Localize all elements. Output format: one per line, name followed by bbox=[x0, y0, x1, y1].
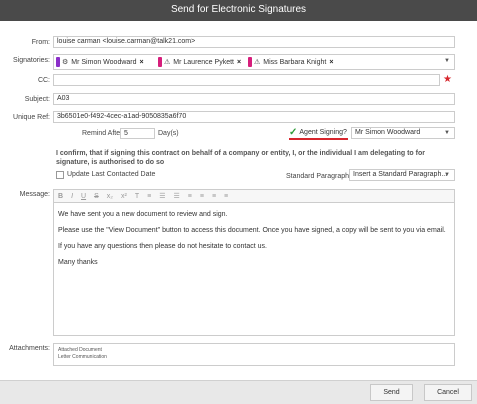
ordered-list-icon[interactable]: ≡ bbox=[147, 193, 151, 200]
message-label: Message: bbox=[19, 191, 50, 198]
align-center-icon[interactable]: ≡ bbox=[200, 193, 204, 200]
message-paragraph: Please use the "View Document" button to… bbox=[58, 227, 446, 234]
subject-field[interactable]: A03 bbox=[53, 93, 455, 105]
signatory-color-bar bbox=[158, 57, 162, 67]
signatory-chip[interactable]: ⚙ Mr Simon Woodward × bbox=[56, 56, 144, 68]
unique-ref-label: Unique Ref: bbox=[13, 114, 50, 121]
align-right-icon[interactable]: ≡ bbox=[212, 193, 216, 200]
signatory-name: Mr Simon Woodward bbox=[71, 58, 137, 66]
remind-unit-label: Day(s) bbox=[158, 130, 179, 137]
send-button[interactable]: Send bbox=[370, 384, 413, 401]
italic-icon[interactable]: I bbox=[71, 193, 73, 200]
bold-icon[interactable]: B bbox=[58, 193, 63, 200]
signatory-color-bar bbox=[248, 57, 252, 67]
chevron-down-icon[interactable]: ▼ bbox=[444, 172, 450, 178]
message-editor[interactable]: We have sent you a new document to revie… bbox=[53, 202, 455, 336]
subscript-icon[interactable]: x₂ bbox=[107, 193, 113, 200]
attachments-label: Attachments: bbox=[9, 345, 50, 352]
unique-ref-field[interactable]: 3b6501e0-f492-4cec-a1ad-9050835a6f70 bbox=[53, 111, 455, 123]
superscript-icon[interactable]: x² bbox=[121, 193, 127, 200]
from-field[interactable]: louise carman <louise.carman@talk21.com> bbox=[53, 36, 455, 48]
text-size-icon[interactable]: T bbox=[135, 193, 139, 200]
indent-icon[interactable]: ☰ bbox=[173, 192, 179, 200]
cc-field[interactable] bbox=[53, 74, 440, 86]
warning-icon: ⚠ bbox=[164, 59, 171, 66]
cc-label: CC: bbox=[37, 77, 50, 84]
agent-select[interactable]: Mr Simon Woodward bbox=[351, 127, 455, 139]
cancel-button[interactable]: Cancel bbox=[424, 384, 472, 401]
chevron-down-icon[interactable]: ▼ bbox=[444, 58, 450, 64]
signatory-name: Miss Barbara Knight bbox=[263, 58, 327, 66]
chevron-down-icon[interactable]: ▼ bbox=[444, 130, 450, 136]
underline-icon[interactable]: U bbox=[81, 193, 86, 200]
unordered-list-icon[interactable]: ☰ bbox=[159, 192, 165, 200]
align-justify-icon[interactable]: ≡ bbox=[224, 193, 228, 200]
remove-icon[interactable]: × bbox=[329, 59, 333, 66]
attachments-list: Attached Document Letter Communication bbox=[53, 343, 455, 366]
signatories-label: Signatories: bbox=[13, 57, 50, 64]
signatory-chip[interactable]: ⚠ Miss Barbara Knight × bbox=[248, 56, 333, 68]
message-paragraph: We have sent you a new document to revie… bbox=[58, 211, 228, 218]
signatory-chip[interactable]: ⚠ Mr Laurence Pykett × bbox=[158, 56, 241, 68]
dialog-title: Send for Electronic Signatures bbox=[0, 0, 477, 21]
checkmark-icon: ✓ bbox=[289, 127, 298, 138]
update-last-contacted-label: Update Last Contacted Date bbox=[67, 171, 156, 178]
message-paragraph: If you have any questions then please do… bbox=[58, 243, 267, 250]
remind-label: Remind After bbox=[82, 130, 123, 137]
editor-toolbar: B I U S x₂ x² T ≡ ☰ ☰ ≡ ≡ ≡ ≡ bbox=[53, 189, 455, 202]
subject-label: Subject: bbox=[24, 96, 50, 103]
align-left-icon[interactable]: ≡ bbox=[188, 193, 192, 200]
remove-icon[interactable]: × bbox=[140, 59, 144, 66]
standard-paragraphs-label: Standard Paragraphs bbox=[286, 173, 353, 180]
attachment-item[interactable]: Attached Document bbox=[58, 347, 450, 354]
warning-icon: ⚠ bbox=[254, 59, 261, 66]
strikethrough-icon[interactable]: S bbox=[94, 193, 99, 200]
message-paragraph: Many thanks bbox=[58, 259, 98, 266]
update-last-contacted-checkbox[interactable] bbox=[56, 171, 64, 179]
attachment-item[interactable]: Letter Communication bbox=[58, 354, 450, 361]
authorisation-statement: I confirm, that if signing this contract… bbox=[56, 150, 425, 166]
standard-paragraphs-select[interactable]: Insert a Standard Paragraph... bbox=[349, 169, 455, 181]
agent-signing-label: Agent Signing? bbox=[299, 129, 347, 136]
signatory-color-bar bbox=[56, 57, 60, 67]
remind-days-field[interactable]: 5 bbox=[120, 128, 155, 139]
gear-icon: ⚙ bbox=[62, 59, 69, 66]
agent-signing-checkbox[interactable]: ✓ Agent Signing? bbox=[289, 127, 348, 140]
signatory-name: Mr Laurence Pykett bbox=[173, 58, 234, 66]
remove-icon[interactable]: × bbox=[237, 59, 241, 66]
required-star-icon: ★ bbox=[443, 74, 452, 85]
from-label: From: bbox=[31, 39, 50, 46]
